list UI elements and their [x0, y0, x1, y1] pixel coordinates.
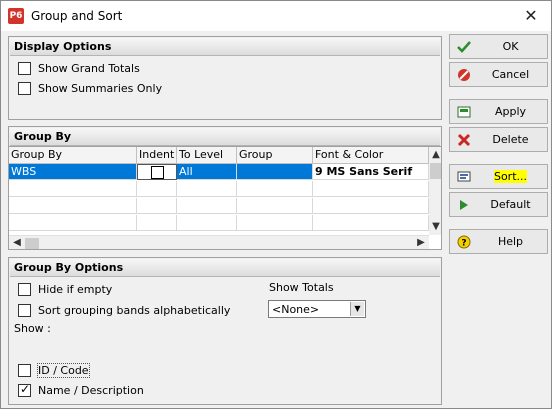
- delete-button[interactable]: Delete: [449, 127, 548, 152]
- horizontal-scroll-thumb[interactable]: [25, 238, 39, 249]
- display-options-header: Display Options: [10, 38, 440, 56]
- cell-indent[interactable]: [137, 164, 177, 180]
- show-grand-totals-option[interactable]: Show Grand Totals: [18, 60, 140, 76]
- show-summaries-only-option[interactable]: Show Summaries Only: [18, 80, 162, 96]
- window-title: Group and Sort: [31, 9, 123, 23]
- delete-label: Delete: [492, 133, 529, 146]
- display-options-panel: Display Options Show Grand Totals Show S…: [8, 36, 442, 120]
- empty-row-cell: [237, 215, 313, 231]
- empty-row-cell: [137, 181, 177, 197]
- vertical-scrollbar[interactable]: ▲ ▼: [429, 147, 441, 235]
- empty-row-cell: [237, 198, 313, 214]
- group-by-header: Group By: [10, 128, 440, 146]
- scroll-left-arrow-icon[interactable]: ◀: [10, 236, 24, 249]
- cell-to-level[interactable]: All: [177, 164, 237, 180]
- scroll-down-arrow-icon[interactable]: ▼: [429, 220, 441, 234]
- indent-checkbox[interactable]: [151, 166, 164, 179]
- checkmark-icon: [457, 41, 471, 53]
- group-by-grid[interactable]: Group By Indent To Level Group Interval …: [8, 146, 442, 250]
- empty-row-cell: [137, 215, 177, 231]
- show-summaries-only-checkbox[interactable]: [18, 81, 31, 95]
- empty-row-cell: [177, 215, 237, 231]
- hide-if-empty-checkbox[interactable]: [18, 282, 31, 296]
- column-header-group-interval[interactable]: Group Interval: [237, 147, 313, 177]
- help-button[interactable]: ? Help: [449, 229, 548, 254]
- help-label: Help: [497, 235, 524, 248]
- close-icon: ✕: [524, 6, 538, 25]
- id-code-label: ID / Code: [37, 362, 90, 378]
- default-button[interactable]: Default: [449, 192, 548, 217]
- column-header-to-level[interactable]: To Level: [177, 147, 237, 164]
- empty-row-cell: [313, 198, 429, 214]
- sort-button[interactable]: Sort...: [449, 164, 548, 189]
- ok-label: OK: [502, 40, 519, 53]
- column-header-font-color[interactable]: Font & Color: [313, 147, 429, 164]
- scroll-right-arrow-icon[interactable]: ▶: [414, 236, 428, 249]
- sort-label: Sort...: [478, 170, 543, 183]
- cancel-button[interactable]: Cancel: [449, 62, 548, 87]
- group-by-options-header: Group By Options: [10, 259, 440, 277]
- show-grand-totals-checkbox[interactable]: [18, 61, 31, 75]
- show-grand-totals-label: Show Grand Totals: [38, 61, 140, 75]
- hide-if-empty-label: Hide if empty: [38, 282, 113, 296]
- empty-row-cell: [9, 181, 137, 197]
- close-button[interactable]: ✕: [519, 4, 543, 28]
- chevron-down-icon[interactable]: ▼: [350, 302, 364, 316]
- scroll-up-arrow-icon[interactable]: ▲: [429, 148, 441, 162]
- empty-row-cell: [177, 181, 237, 197]
- show-summaries-only-label: Show Summaries Only: [38, 81, 163, 95]
- apply-label: Apply: [494, 105, 527, 118]
- vertical-scroll-thumb[interactable]: [430, 163, 441, 179]
- show-totals-value: <None>: [272, 303, 320, 316]
- empty-row-cell: [9, 198, 137, 214]
- cell-group-by[interactable]: WBS: [9, 164, 137, 180]
- group-and-sort-dialog: P6 Group and Sort ✕ Display Options Show…: [0, 0, 552, 409]
- empty-row-cell: [137, 198, 177, 214]
- apply-icon: [457, 106, 471, 118]
- ok-button[interactable]: OK: [449, 34, 548, 59]
- group-by-options-panel: Group By Options Hide if empty Sort grou…: [8, 257, 442, 405]
- name-description-checkbox[interactable]: [18, 382, 31, 397]
- title-bar: P6 Group and Sort ✕: [1, 1, 551, 31]
- empty-row-cell: [313, 215, 429, 231]
- sort-label-text: Sort...: [493, 170, 528, 183]
- p6-app-icon: P6: [8, 8, 24, 24]
- delete-x-icon: [457, 133, 471, 147]
- sort-alpha-option[interactable]: Sort grouping bands alphabetically: [18, 302, 230, 318]
- svg-text:?: ?: [461, 239, 466, 249]
- cancel-icon: [458, 69, 470, 81]
- cell-group-interval[interactable]: [237, 164, 313, 180]
- cancel-label: Cancel: [491, 68, 530, 81]
- show-label: Show :: [14, 322, 51, 335]
- cell-font-color[interactable]: 9 MS Sans Serif: [313, 164, 429, 180]
- empty-row-cell: [313, 181, 429, 197]
- column-header-indent[interactable]: Indent: [137, 147, 177, 164]
- id-code-checkbox[interactable]: [18, 363, 31, 377]
- empty-row-cell: [9, 215, 137, 231]
- name-description-label: Name / Description: [38, 383, 144, 397]
- empty-row-cell: [177, 198, 237, 214]
- play-icon: [460, 200, 468, 210]
- help-icon: ?: [457, 235, 471, 249]
- show-totals-dropdown[interactable]: <None> ▼: [268, 300, 366, 318]
- default-label: Default: [490, 198, 531, 211]
- sort-icon: [457, 171, 471, 182]
- apply-button[interactable]: Apply: [449, 99, 548, 124]
- horizontal-scrollbar[interactable]: ◀ ▶: [9, 235, 429, 249]
- show-totals-label: Show Totals: [269, 281, 334, 294]
- column-header-group-by[interactable]: Group By: [9, 147, 137, 164]
- empty-row-cell: [237, 181, 313, 197]
- sort-alpha-checkbox[interactable]: [18, 303, 31, 317]
- sort-alpha-label: Sort grouping bands alphabetically: [38, 303, 231, 317]
- name-description-option[interactable]: Name / Description: [18, 382, 144, 398]
- hide-if-empty-option[interactable]: Hide if empty: [18, 281, 112, 297]
- id-code-option[interactable]: ID / Code: [18, 362, 90, 378]
